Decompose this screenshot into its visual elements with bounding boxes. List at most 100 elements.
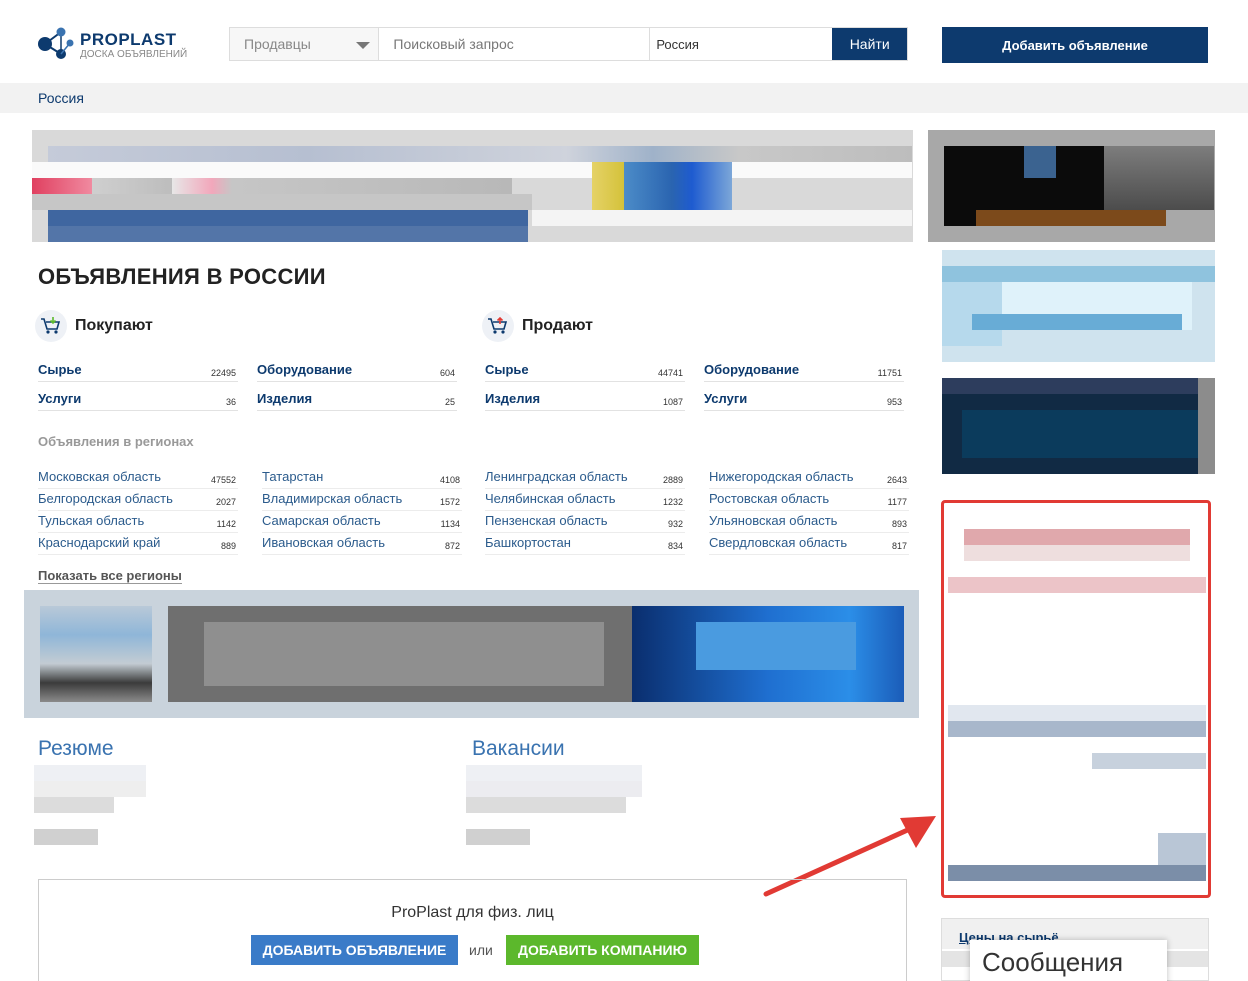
- buy-category-count: 604: [439, 368, 455, 378]
- buy-category-link[interactable]: Услуги: [38, 391, 81, 406]
- buy-category-count: 36: [225, 397, 236, 407]
- buy-category-link[interactable]: Оборудование: [257, 362, 352, 377]
- region-link[interactable]: Самарская область: [262, 513, 381, 528]
- region-link[interactable]: Тульская область: [38, 513, 144, 528]
- region-count: 872: [444, 541, 460, 551]
- sidebar-ad-1[interactable]: [928, 130, 1215, 242]
- highlighted-sidebar-block[interactable]: [941, 500, 1211, 898]
- region-count: 893: [891, 519, 907, 529]
- sell-category-row[interactable]: Сырье 44741: [485, 362, 685, 382]
- sidebar-ad-3[interactable]: [942, 378, 1215, 474]
- region-row[interactable]: Нижегородская область 2643: [709, 469, 909, 489]
- region-row[interactable]: Московская область 47552: [38, 469, 238, 489]
- promo-title: ProPlast для физ. лиц: [391, 904, 554, 921]
- promo-add-ad-button[interactable]: ДОБАВИТЬ ОБЪЯВЛЕНИЕ: [251, 935, 458, 965]
- region-row[interactable]: Самарская область 1134: [262, 513, 462, 533]
- search-category-value: Продавцы: [244, 36, 311, 52]
- region-link[interactable]: Московская область: [38, 469, 161, 484]
- logo[interactable]: PROPLAST ДОСКА ОБЪЯВЛЕНИЙ: [36, 24, 206, 64]
- breadcrumb: Россия: [0, 83, 1248, 113]
- buy-category-row[interactable]: Сырье 22495: [38, 362, 238, 382]
- section-sell-title: Продают: [522, 317, 593, 334]
- region-row[interactable]: Башкортостан 834: [485, 535, 685, 555]
- region-row[interactable]: Краснодарский край 889: [38, 535, 238, 555]
- section-buy-heading: Покупают: [35, 310, 153, 342]
- region-link[interactable]: Нижегородская область: [709, 469, 854, 484]
- search-region-input[interactable]: [650, 28, 833, 60]
- region-row[interactable]: Владимирская область 1572: [262, 491, 462, 511]
- region-link[interactable]: Челябинская область: [485, 491, 615, 506]
- region-row[interactable]: Пензенская область 932: [485, 513, 685, 533]
- resume-placeholder: [34, 765, 146, 847]
- region-count: 889: [220, 541, 236, 551]
- resume-heading[interactable]: Резюме: [38, 737, 114, 761]
- region-row[interactable]: Ростовская область 1177: [709, 491, 909, 511]
- region-row[interactable]: Ивановская область 872: [262, 535, 462, 555]
- region-count: 1232: [662, 497, 683, 507]
- sell-category-link[interactable]: Изделия: [485, 391, 540, 406]
- search-category-select[interactable]: Продавцы: [230, 28, 380, 60]
- buy-category-row[interactable]: Услуги 36: [38, 391, 238, 411]
- buy-category-row[interactable]: Изделия 25: [257, 391, 457, 411]
- buy-category-link[interactable]: Сырье: [38, 362, 82, 377]
- page-title: ОБЪЯВЛЕНИЯ В РОССИИ: [38, 264, 326, 289]
- promo-add-company-button[interactable]: ДОБАВИТЬ КОМПАНИЮ: [506, 935, 699, 965]
- sidebar-ad-2[interactable]: [942, 250, 1215, 362]
- search-bar: Продавцы Найти: [229, 27, 908, 61]
- sell-category-count: 953: [886, 397, 902, 407]
- cart-in-icon: [35, 310, 67, 342]
- logo-subtitle: ДОСКА ОБЪЯВЛЕНИЙ: [80, 49, 188, 60]
- region-count: 1177: [887, 497, 907, 507]
- sell-category-count: 1087: [662, 397, 683, 407]
- sell-category-row[interactable]: Изделия 1087: [485, 391, 685, 411]
- region-count: 834: [667, 541, 683, 551]
- region-link[interactable]: Ульяновская область: [709, 513, 837, 528]
- region-row[interactable]: Белгородская область 2027: [38, 491, 238, 511]
- chevron-down-icon: [356, 42, 371, 49]
- vacancies-heading[interactable]: Вакансии: [472, 737, 565, 761]
- region-row[interactable]: Ленинградская область 2889: [485, 469, 685, 489]
- sell-category-link[interactable]: Услуги: [704, 391, 747, 406]
- region-count: 2889: [662, 475, 683, 485]
- add-ad-button[interactable]: Добавить объявление: [942, 27, 1208, 63]
- sell-category-link[interactable]: Сырье: [485, 362, 529, 377]
- region-row[interactable]: Ульяновская область 893: [709, 513, 909, 533]
- region-count: 1134: [440, 519, 460, 529]
- region-count: 2643: [886, 475, 907, 485]
- region-count: 2027: [215, 497, 236, 507]
- middle-banner-ad[interactable]: [24, 590, 919, 718]
- region-row[interactable]: Тульская область 1142: [38, 513, 238, 533]
- region-link[interactable]: Пензенская область: [485, 513, 607, 528]
- individuals-promo: ProPlast для физ. лиц ДОБАВИТЬ ОБЪЯВЛЕНИ…: [38, 879, 907, 981]
- buy-category-link[interactable]: Изделия: [257, 391, 312, 406]
- region-link[interactable]: Белгородская область: [38, 491, 173, 506]
- region-count: 4108: [439, 475, 460, 485]
- region-link[interactable]: Ростовская область: [709, 491, 829, 506]
- region-link[interactable]: Владимирская область: [262, 491, 402, 506]
- buy-category-count: 22495: [210, 368, 236, 378]
- show-all-regions-link[interactable]: Показать все регионы: [38, 568, 182, 584]
- top-banner-ad[interactable]: [32, 130, 913, 242]
- region-row[interactable]: Челябинская область 1232: [485, 491, 685, 511]
- buy-category-count: 25: [444, 397, 455, 407]
- breadcrumb-item-russia[interactable]: Россия: [38, 90, 84, 106]
- search-button[interactable]: Найти: [832, 28, 907, 60]
- region-link[interactable]: Ивановская область: [262, 535, 385, 550]
- promo-or-text: или: [469, 942, 493, 958]
- sell-category-row[interactable]: Услуги 953: [704, 391, 904, 411]
- search-input[interactable]: [379, 28, 651, 60]
- region-link[interactable]: Ленинградская область: [485, 469, 628, 484]
- region-link[interactable]: Татарстан: [262, 469, 323, 484]
- region-link[interactable]: Краснодарский край: [38, 535, 160, 550]
- region-count: 1572: [439, 497, 460, 507]
- sell-category-row[interactable]: Оборудование 11751: [704, 362, 904, 382]
- cart-out-icon: [482, 310, 514, 342]
- page: PROPLAST ДОСКА ОБЪЯВЛЕНИЙ Продавцы Найти…: [0, 0, 1248, 981]
- region-link[interactable]: Башкортостан: [485, 535, 571, 550]
- region-row[interactable]: Татарстан 4108: [262, 469, 462, 489]
- buy-category-row[interactable]: Оборудование 604: [257, 362, 457, 382]
- messages-tab[interactable]: Сообщения: [970, 940, 1167, 981]
- sell-category-link[interactable]: Оборудование: [704, 362, 799, 377]
- region-link[interactable]: Свердловская область: [709, 535, 847, 550]
- region-row[interactable]: Свердловская область 817: [709, 535, 909, 555]
